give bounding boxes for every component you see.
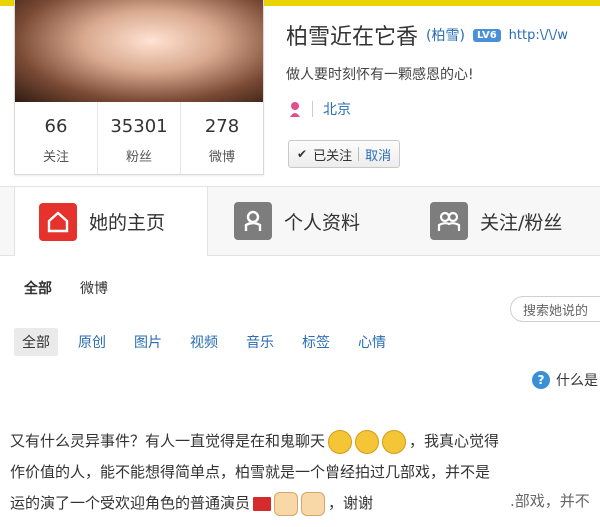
pout-emoji-icon (355, 429, 380, 454)
post-line: 作价值的人，能不能想得简单点，柏雪就是一个曾经拍过几部戏，并不是 (10, 457, 600, 488)
post-line: 又有什么灵异事件？有人一直觉得是在和鬼聊天 ，我真心觉得 (10, 426, 600, 457)
stat-following[interactable]: 66 关注 (15, 102, 98, 174)
filter-pictures[interactable]: 图片 (126, 328, 170, 356)
search-placeholder: 搜索她说的 (523, 303, 589, 319)
subnav-all[interactable]: 全部 (24, 278, 52, 298)
people-icon (430, 202, 468, 240)
profile-stats: 66 关注 35301 粉丝 278 微博 (15, 102, 263, 174)
subnav-weibo[interactable]: 微博 (80, 278, 108, 298)
feed-subnav: 全部 微博 (24, 278, 108, 298)
stat-followers-value: 35301 (110, 116, 168, 137)
filter-videos[interactable]: 视频 (182, 328, 226, 356)
person-icon (234, 202, 272, 240)
filter-tags[interactable]: 标签 (294, 328, 338, 356)
filter-mood[interactable]: 心情 (350, 328, 394, 356)
overlay-text: .部戏，并不 (510, 492, 590, 510)
tab-profile-info[interactable]: 个人资料 (210, 187, 404, 255)
profile-tabs: 她的主页 个人资料 关注/粉丝 (0, 186, 600, 256)
filter-all[interactable]: 全部 (14, 328, 58, 356)
level-badge[interactable]: LV6 (472, 28, 501, 42)
profile-name: 柏雪近在它香 (286, 25, 419, 50)
home-icon (39, 202, 77, 241)
ok-hand-icon (274, 491, 299, 516)
post-text: 作价值的人，能不能想得简单点，柏雪就是一个曾经拍过几部戏，并不是 (10, 463, 491, 481)
flag-icon (253, 496, 272, 511)
tab-profile-info-label: 个人资料 (284, 211, 361, 234)
female-icon (288, 101, 302, 117)
tab-following-followers-label: 关注/粉丝 (480, 211, 563, 234)
follow-status-button[interactable]: ✔ 已关注 取消 (288, 140, 401, 168)
post-text: ，谢谢 (328, 494, 374, 512)
divider (358, 147, 360, 161)
post-text: 又有什么灵异事件？有人一直觉得是在和鬼聊天 (10, 432, 326, 450)
filter-music[interactable]: 音乐 (238, 328, 282, 356)
feed-filters: 全部 原创 图片 视频 音乐 标签 心情 (14, 328, 394, 356)
stat-posts[interactable]: 278 微博 (181, 102, 263, 174)
tab-following-followers[interactable]: 关注/粉丝 (406, 187, 600, 255)
divider (312, 101, 313, 117)
post-text: ，我真心觉得 (409, 432, 500, 450)
filter-original[interactable]: 原创 (70, 328, 114, 356)
tab-home[interactable]: 她的主页 (14, 187, 208, 256)
tab-home-label: 她的主页 (89, 212, 166, 234)
stat-following-value: 66 (44, 116, 68, 137)
profile-url[interactable]: http:\/\/w (509, 28, 568, 43)
help-link[interactable]: ? 什么是 (532, 370, 598, 390)
location-link[interactable]: 北京 (323, 99, 351, 119)
shocked-emoji-icon (382, 429, 407, 454)
post-text: 运的演了一个受欢迎角色的普通演员 (10, 494, 251, 512)
check-icon: ✔ (297, 147, 308, 161)
location-row: 北京 (288, 99, 351, 119)
stat-posts-value: 278 (204, 116, 240, 137)
avatar[interactable] (15, 0, 263, 102)
stat-posts-label: 微博 (208, 150, 235, 165)
stat-followers[interactable]: 35301 粉丝 (98, 102, 181, 174)
profile-name-row: 柏雪近在它香 (柏雪) LV6 http:\/\/w (286, 20, 568, 50)
search-input[interactable]: 搜索她说的 (510, 296, 600, 322)
question-icon: ? (532, 371, 550, 389)
unfollow-button[interactable]: 取消 (365, 145, 391, 164)
profile-bio: 做人要时刻怀有一颗感恩的心! (286, 67, 474, 83)
stat-followers-label: 粉丝 (125, 150, 152, 165)
grin-emoji-icon (328, 429, 353, 454)
follow-status-label: 已关注 (313, 148, 353, 164)
stat-following-label: 关注 (42, 150, 69, 165)
profile-alias[interactable]: (柏雪) (426, 25, 465, 45)
victory-hand-icon (301, 491, 326, 516)
profile-card: 66 关注 35301 粉丝 278 微博 (14, 0, 264, 175)
help-text: 什么是 (556, 373, 598, 389)
